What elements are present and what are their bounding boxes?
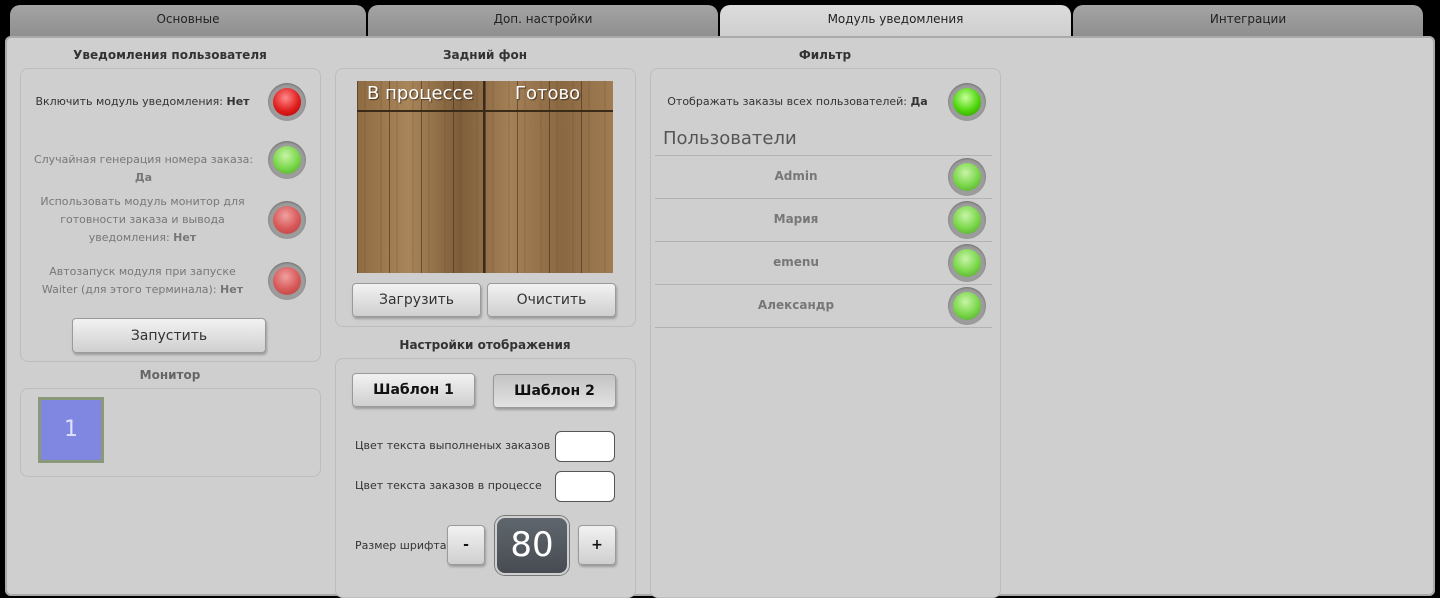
user-name: Admin: [774, 169, 818, 183]
autostart-module-label: Автозапуск модуля при запуске Waiter (дл…: [41, 265, 244, 296]
users-header: Пользователи: [663, 128, 797, 149]
template-1-button[interactable]: Шаблон 1: [352, 373, 475, 407]
all-users-label: Отображать заказы всех пользователей: Да: [667, 95, 928, 108]
upload-button[interactable]: Загрузить: [352, 283, 481, 317]
display-settings-title: Настройки отображения: [399, 338, 571, 352]
user-row-maria: Мария: [655, 199, 992, 242]
user-maria-toggle[interactable]: [948, 201, 986, 239]
use-monitor-module-toggle[interactable]: [268, 201, 306, 239]
user-name: Мария: [773, 212, 819, 226]
random-order-number-toggle[interactable]: [268, 141, 306, 179]
start-button[interactable]: Запустить: [72, 318, 266, 353]
background-title: Задний фон: [442, 48, 528, 62]
autostart-module-toggle[interactable]: [268, 262, 306, 300]
template-2-button[interactable]: Шаблон 2: [493, 374, 616, 408]
done-color-label: Цвет текста выполненых заказов: [355, 439, 551, 452]
tab-notification-module[interactable]: Модуль уведомления: [720, 5, 1071, 36]
notifications-title: Уведомления пользователя: [73, 48, 267, 62]
font-size-label: Размер шрифта: [355, 539, 447, 552]
monitor-title: Монитор: [139, 368, 201, 382]
preview-ready-label: Готово: [515, 83, 581, 104]
background-preview: В процессе Готово: [357, 81, 613, 273]
filter-title: Фильтр: [798, 48, 852, 62]
done-color-input[interactable]: [555, 431, 615, 462]
user-alexander-toggle[interactable]: [948, 287, 986, 325]
user-admin-toggle[interactable]: [948, 158, 986, 196]
clear-button[interactable]: Очистить: [487, 283, 616, 317]
user-name: emenu: [773, 255, 819, 269]
font-size-decrease-button[interactable]: -: [447, 525, 485, 565]
all-users-toggle[interactable]: [948, 83, 986, 121]
use-monitor-module-label: Использовать модуль монитор для готовнос…: [40, 195, 245, 244]
user-row-admin: Admin: [655, 156, 992, 199]
tab-extra-settings[interactable]: Доп. настройки: [368, 5, 718, 36]
user-emenu-toggle[interactable]: [948, 244, 986, 282]
enable-module-toggle[interactable]: [268, 83, 306, 121]
monitor-tile[interactable]: 1: [38, 397, 104, 463]
progress-color-input[interactable]: [555, 471, 615, 502]
enable-module-label: Включить модуль уведомления: Нет: [35, 95, 250, 108]
random-order-number-label: Случайная генерация номера заказа: Да: [33, 153, 254, 184]
font-size-value: 80: [495, 516, 569, 575]
user-name: Александр: [757, 298, 835, 312]
preview-in-progress-label: В процессе: [367, 83, 474, 104]
tab-basic[interactable]: Основные: [10, 5, 366, 36]
font-size-increase-button[interactable]: +: [578, 525, 616, 565]
tab-integrations[interactable]: Интеграции: [1073, 5, 1423, 36]
progress-color-label: Цвет текста заказов в процессе: [355, 479, 542, 492]
tab-bar: Основные Доп. настройки Модуль уведомлен…: [10, 5, 1423, 36]
user-row-emenu: emenu: [655, 242, 992, 285]
user-row-alexander: Александр: [655, 285, 992, 328]
